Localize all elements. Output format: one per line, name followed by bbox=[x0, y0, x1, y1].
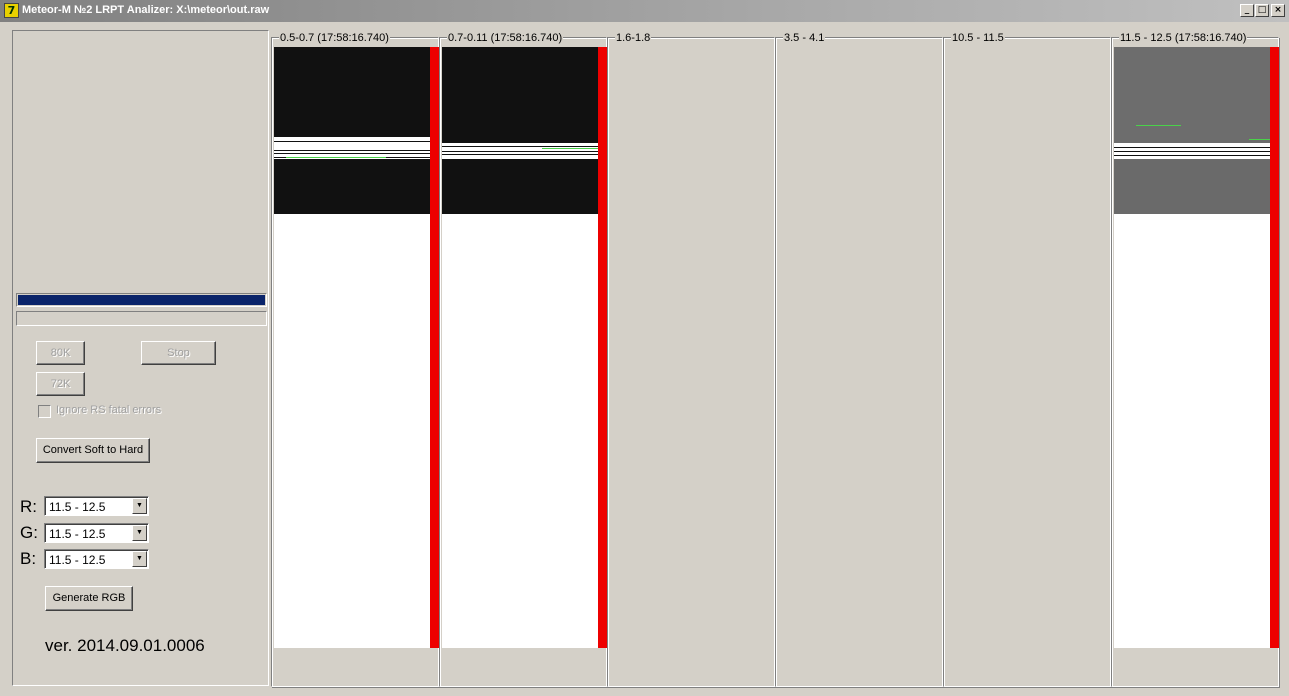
progress-bar-decode bbox=[16, 293, 267, 307]
b-channel-value: 11.5 - 12.5 bbox=[49, 553, 106, 567]
level-bar bbox=[430, 47, 439, 648]
image-line bbox=[442, 146, 598, 147]
image-line bbox=[1114, 147, 1270, 148]
close-button[interactable]: × bbox=[1271, 4, 1285, 17]
image-line bbox=[1249, 139, 1270, 140]
image-line bbox=[1114, 155, 1270, 156]
version-label: ver. 2014.09.01.0006 bbox=[45, 636, 205, 655]
image-band bbox=[274, 47, 430, 137]
chevron-down-icon[interactable]: ▼ bbox=[132, 551, 147, 567]
r-channel-select[interactable]: 11.5 - 12.5 ▼ bbox=[44, 496, 149, 516]
channel-image bbox=[1114, 47, 1270, 648]
channel-frame bbox=[607, 37, 775, 687]
stop-button[interactable]: Stop bbox=[141, 341, 216, 365]
r-channel-value: 11.5 - 12.5 bbox=[49, 500, 106, 514]
generate-rgb-button[interactable]: Generate RGB bbox=[45, 586, 133, 611]
image-line bbox=[1114, 143, 1270, 144]
level-bar bbox=[598, 47, 607, 648]
convert-soft-to-hard-button[interactable]: Convert Soft to Hard bbox=[36, 438, 150, 463]
b-label: B: bbox=[20, 549, 37, 568]
chevron-down-icon[interactable]: ▼ bbox=[132, 498, 147, 514]
g-channel-select[interactable]: 11.5 - 12.5 ▼ bbox=[44, 523, 149, 543]
image-line bbox=[274, 137, 430, 138]
image-line bbox=[1136, 125, 1181, 126]
b-channel-select[interactable]: 11.5 - 12.5 ▼ bbox=[44, 549, 149, 569]
channel-label: 0.7-0.11 (17:58:16.740) bbox=[447, 32, 564, 44]
image-band bbox=[1114, 47, 1270, 143]
image-line bbox=[274, 153, 430, 154]
image-band bbox=[274, 159, 430, 214]
image-line bbox=[542, 148, 598, 149]
level-bar bbox=[1270, 47, 1279, 648]
r-label: R: bbox=[20, 497, 37, 516]
channel-frame bbox=[943, 37, 1111, 687]
channel-label: 1.6-1.8 bbox=[615, 32, 652, 44]
channel-panel-5: 10.5 - 11.5 bbox=[943, 32, 1111, 687]
channel-label: 10.5 - 11.5 bbox=[951, 32, 1005, 44]
channel-image bbox=[442, 47, 598, 648]
chevron-down-icon[interactable]: ▼ bbox=[132, 525, 147, 541]
image-line bbox=[442, 143, 598, 144]
image-line bbox=[1114, 151, 1270, 152]
channel-label: 11.5 - 12.5 (17:58:16.740) bbox=[1119, 32, 1248, 44]
channel-label: 3.5 - 4.1 bbox=[783, 32, 826, 44]
channel-panel-4: 3.5 - 4.1 bbox=[775, 32, 943, 687]
72k-button[interactable]: 72K bbox=[36, 372, 85, 396]
80k-button[interactable]: 80K bbox=[36, 341, 85, 365]
channel-panel-3: 1.6-1.8 bbox=[607, 32, 775, 687]
channel-panel-2: 0.7-0.11 (17:58:16.740) bbox=[439, 32, 607, 687]
image-band bbox=[1114, 159, 1270, 214]
channel-panel-6: 11.5 - 12.5 (17:58:16.740) bbox=[1111, 32, 1279, 687]
app-icon[interactable]: 7 bbox=[4, 3, 19, 18]
image-band bbox=[442, 159, 598, 214]
channel-label: 0.5-0.7 (17:58:16.740) bbox=[279, 32, 390, 44]
image-band bbox=[442, 47, 598, 143]
ignore-rs-label: Ignore RS fatal errors bbox=[56, 404, 162, 416]
channel-frame bbox=[775, 37, 943, 687]
image-line bbox=[274, 150, 430, 151]
minimize-button[interactable]: _ bbox=[1240, 4, 1254, 17]
image-line bbox=[274, 141, 430, 142]
g-channel-value: 11.5 - 12.5 bbox=[49, 527, 106, 541]
image-line bbox=[442, 154, 598, 155]
progress-bar-secondary bbox=[16, 311, 267, 326]
image-line bbox=[286, 157, 386, 158]
ignore-rs-checkbox[interactable] bbox=[38, 405, 51, 418]
image-line bbox=[442, 151, 598, 152]
window-title: Meteor-M №2 LRPT Analizer: X:\meteor\out… bbox=[22, 4, 270, 16]
channel-image bbox=[274, 47, 430, 648]
maximize-button[interactable]: □ bbox=[1255, 4, 1269, 17]
channel-panel-1: 0.5-0.7 (17:58:16.740) bbox=[271, 32, 439, 687]
g-label: G: bbox=[20, 523, 38, 542]
progress-fill bbox=[18, 295, 265, 305]
title-bar: 7 Meteor-M №2 LRPT Analizer: X:\meteor\o… bbox=[0, 0, 1289, 22]
image-line bbox=[274, 147, 430, 148]
